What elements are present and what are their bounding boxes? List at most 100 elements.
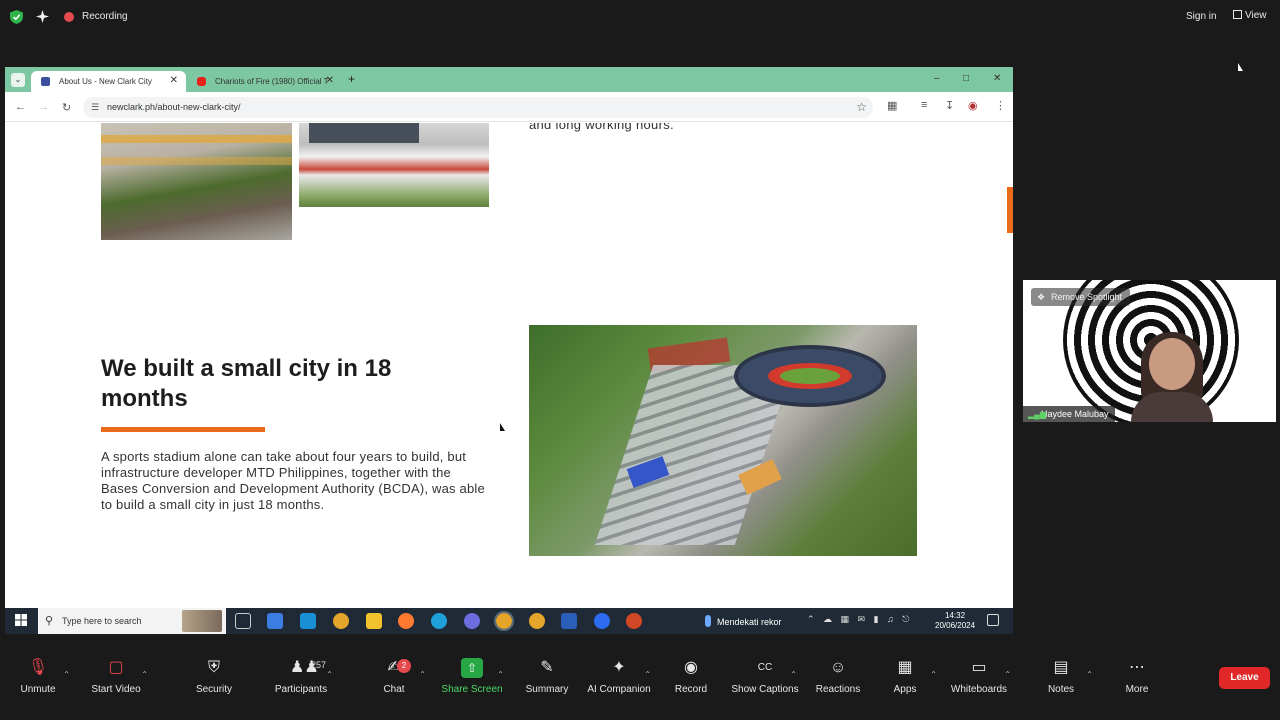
signal-bars-icon: ▂▄▆	[1028, 410, 1046, 419]
start-video-label: Start Video	[91, 684, 141, 695]
recording-dot-icon	[64, 12, 74, 22]
search-icon: ⚲	[45, 615, 54, 627]
windows-start-icon[interactable]	[15, 614, 27, 626]
powerpoint-icon[interactable]	[626, 613, 642, 629]
taskbar-clock[interactable]: 14:32 20/06/2024	[935, 611, 975, 631]
view-button[interactable]: View	[1233, 10, 1267, 21]
chrome-icon[interactable]	[333, 613, 349, 629]
share-screen-icon: ⇧	[461, 658, 483, 678]
chat-button[interactable]: ✍ 2 Chat ⌃	[354, 658, 434, 695]
tab-chariots-of-fire[interactable]: Chariots of Fire (1980) Official T ✕	[187, 71, 342, 92]
unmute-label: Unmute	[20, 684, 56, 695]
share-caret-icon[interactable]: ⌃	[497, 670, 504, 679]
store-icon[interactable]	[267, 613, 283, 629]
ai-companion-button[interactable]: ✦ AI Companion ⌃	[579, 658, 659, 695]
window-close-icon[interactable]: ✕	[993, 73, 1001, 84]
whiteboards-caret-icon[interactable]: ⌃	[1004, 670, 1011, 679]
mail-icon[interactable]	[300, 613, 316, 629]
sparkle-icon[interactable]	[36, 10, 49, 23]
more-button[interactable]: ⋯ More	[1097, 658, 1177, 695]
participants-button[interactable]: ♟♟ 257 Participants ⌃	[261, 658, 341, 695]
leave-meeting-button[interactable]: Leave	[1219, 667, 1270, 689]
zoom-app-icon[interactable]	[594, 613, 610, 629]
tab-title: About Us - New Clark City	[59, 77, 152, 86]
profile-icon[interactable]: ◉	[968, 99, 978, 112]
mic-muted-icon: 🎙	[27, 659, 49, 676]
shield-check-icon[interactable]	[10, 10, 23, 24]
weather-widget[interactable]: Mendekati rekor	[705, 615, 782, 627]
tab-close-icon[interactable]: ✕	[170, 75, 178, 86]
extensions-icon[interactable]: ▦	[887, 99, 897, 112]
taskbar-search-box[interactable]: ⚲ Type here to search	[38, 608, 226, 634]
summary-button[interactable]: ✎ Summary	[507, 658, 587, 695]
address-url[interactable]: newclark.ph/about-new-clark-city/	[107, 102, 241, 112]
system-tray-icons[interactable]: ⌃ ☁ ▦ ✉ ▮ ♫ ⎋	[807, 614, 912, 625]
whiteboards-button[interactable]: ▭ Whiteboards ⌃	[939, 658, 1019, 695]
video-options-caret-icon[interactable]: ⌃	[141, 670, 148, 679]
chrome-profile-icon[interactable]	[529, 613, 545, 629]
browser-tab-bar: ⌄ About Us - New Clark City ✕ Chariots o…	[5, 67, 1013, 92]
browser-menu-icon[interactable]: ⋮	[995, 99, 1006, 112]
newclark-favicon-icon	[41, 77, 50, 86]
apps-caret-icon[interactable]: ⌃	[930, 670, 937, 679]
unmute-button[interactable]: 🎙 Unmute ⌃	[0, 658, 78, 695]
bookmark-star-icon[interactable]: ☆	[856, 100, 867, 114]
reaction-smile-icon: ☺	[829, 659, 847, 676]
page-scroll-indicator[interactable]	[1007, 187, 1013, 233]
reload-icon[interactable]: ↻	[62, 101, 71, 114]
apps-button[interactable]: ▦ Apps ⌃	[865, 658, 945, 695]
sign-in-link[interactable]: Sign in	[1186, 11, 1217, 22]
download-icon[interactable]: ↧	[945, 99, 954, 112]
tab-search-chevron-icon[interactable]: ⌄	[11, 73, 25, 87]
minimize-icon[interactable]: –	[934, 73, 940, 84]
address-bar[interactable]: ☰ newclark.ph/about-new-clark-city/ ☆	[83, 97, 873, 118]
taskbar-search-placeholder: Type here to search	[62, 616, 142, 626]
start-video-button[interactable]: ▢ Start Video ⌃	[76, 658, 156, 695]
photo-building-walkway	[101, 123, 292, 240]
photo-aerial-stadium-city	[529, 325, 917, 556]
reactions-label: Reactions	[815, 684, 861, 695]
web-page: and long working hours. We built a small…	[5, 123, 1013, 608]
share-screen-button[interactable]: ⇧ Share Screen ⌃	[432, 658, 512, 695]
captions-caret-icon[interactable]: ⌃	[790, 670, 797, 679]
show-captions-button[interactable]: CC Show Captions ⌃	[725, 658, 805, 695]
remove-spotlight-button[interactable]: ❖ Remove Spotlight	[1031, 288, 1131, 306]
maximize-icon[interactable]: □	[963, 73, 969, 84]
more-label: More	[1125, 684, 1149, 695]
site-info-icon[interactable]: ☰	[91, 102, 99, 113]
participant-video-tile[interactable]: ❖ Remove Spotlight ▂▄▆ Haydee Malubay	[1023, 280, 1276, 422]
chrome-active-icon[interactable]	[494, 611, 514, 631]
participants-caret-icon[interactable]: ⌃	[326, 670, 333, 679]
forward-arrow-icon[interactable]: →	[38, 101, 49, 113]
notes-caret-icon[interactable]: ⌃	[1086, 670, 1093, 679]
ai-sparkle-icon: ✦	[612, 659, 626, 676]
apps-grid-icon: ▦	[897, 659, 913, 676]
file-explorer-icon[interactable]	[366, 613, 382, 629]
notes-button[interactable]: ▤ Notes ⌃	[1021, 658, 1101, 695]
more-dots-icon: ⋯	[1129, 659, 1145, 676]
section-headline: We built a small city in 18 months	[101, 355, 392, 412]
record-button[interactable]: ◉ Record	[651, 658, 731, 695]
new-tab-plus-icon[interactable]: +	[348, 72, 355, 86]
tab-about-us[interactable]: About Us - New Clark City ✕	[31, 71, 186, 92]
tab-close-icon[interactable]: ✕	[326, 75, 334, 86]
edge-icon[interactable]	[431, 613, 447, 629]
notifications-icon[interactable]	[987, 614, 999, 626]
task-view-icon[interactable]	[235, 613, 251, 629]
mouse-cursor	[500, 423, 505, 431]
clock-date: 20/06/2024	[935, 621, 976, 630]
record-circle-icon: ◉	[684, 659, 698, 676]
firefox-icon[interactable]	[398, 613, 414, 629]
security-button[interactable]: ⛨ Security	[174, 658, 254, 695]
browser-toolbar: ← → ↻ ☰ newclark.ph/about-new-clark-city…	[5, 92, 1013, 122]
zoom-top-bar: Recording Sign in View	[0, 0, 1280, 34]
back-arrow-icon[interactable]: ←	[15, 101, 26, 113]
chat-caret-icon[interactable]: ⌃	[419, 670, 426, 679]
recording-label[interactable]: Recording	[82, 11, 128, 22]
participants-count: 257	[311, 660, 327, 670]
word-icon[interactable]	[561, 613, 577, 629]
ai-caret-icon[interactable]: ⌃	[644, 670, 651, 679]
reading-list-icon[interactable]: ≡	[921, 99, 927, 111]
audio-options-caret-icon[interactable]: ⌃	[63, 670, 70, 679]
media-app-icon[interactable]	[464, 613, 480, 629]
